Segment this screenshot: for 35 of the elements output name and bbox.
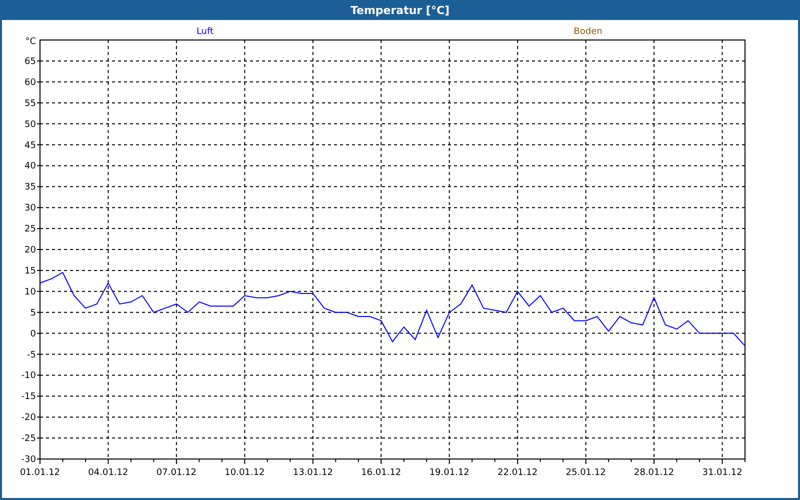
y-tick-label: 55 bbox=[24, 98, 36, 109]
y-tick-label: 25 bbox=[24, 224, 36, 235]
x-tick-label: 22.01.12 bbox=[498, 468, 538, 478]
x-tick-label: 19.01.12 bbox=[429, 468, 470, 478]
x-tick-label: 31.01.12 bbox=[702, 468, 742, 478]
x-tick-label: 13.01.12 bbox=[292, 468, 333, 478]
legend-label: Luft bbox=[196, 27, 214, 37]
x-tick-label: 01.01.12 bbox=[20, 468, 60, 478]
x-tick-label: 28.01.12 bbox=[634, 468, 674, 478]
y-tick-label: 65 bbox=[24, 56, 36, 67]
y-tick-label: 30 bbox=[24, 204, 36, 214]
x-tick-label: 16.01.12 bbox=[361, 468, 402, 478]
y-tick-label: -25 bbox=[21, 434, 36, 444]
legend-label: Boden bbox=[574, 27, 602, 37]
y-tick-label: -15 bbox=[21, 392, 36, 402]
y-tick-label: 60 bbox=[24, 78, 36, 88]
y-tick-label: 20 bbox=[24, 246, 36, 256]
y-tick-label: 5 bbox=[30, 308, 36, 318]
y-tick-label: -20 bbox=[21, 413, 36, 424]
y-tick-label: 35 bbox=[24, 182, 36, 193]
y-tick-label: -5 bbox=[27, 350, 36, 360]
y-tick-label: 50 bbox=[24, 120, 36, 130]
y-tick-label: 15 bbox=[24, 266, 36, 276]
y-axis-unit: °C bbox=[25, 37, 36, 47]
x-tick-label: 25.01.12 bbox=[566, 468, 606, 478]
y-tick-label: 40 bbox=[24, 162, 36, 172]
y-tick-label: -30 bbox=[21, 455, 36, 465]
x-tick-label: 10.01.12 bbox=[224, 468, 265, 478]
y-tick-label: 10 bbox=[24, 287, 36, 298]
window-title: Temperatur [°C] bbox=[350, 4, 450, 16]
y-tick-label: -10 bbox=[21, 371, 36, 382]
y-tick-label: 45 bbox=[24, 140, 36, 151]
x-tick-label: 04.01.12 bbox=[88, 468, 128, 478]
x-tick-label: 07.01.12 bbox=[156, 468, 196, 478]
y-tick-label: 0 bbox=[30, 329, 36, 340]
